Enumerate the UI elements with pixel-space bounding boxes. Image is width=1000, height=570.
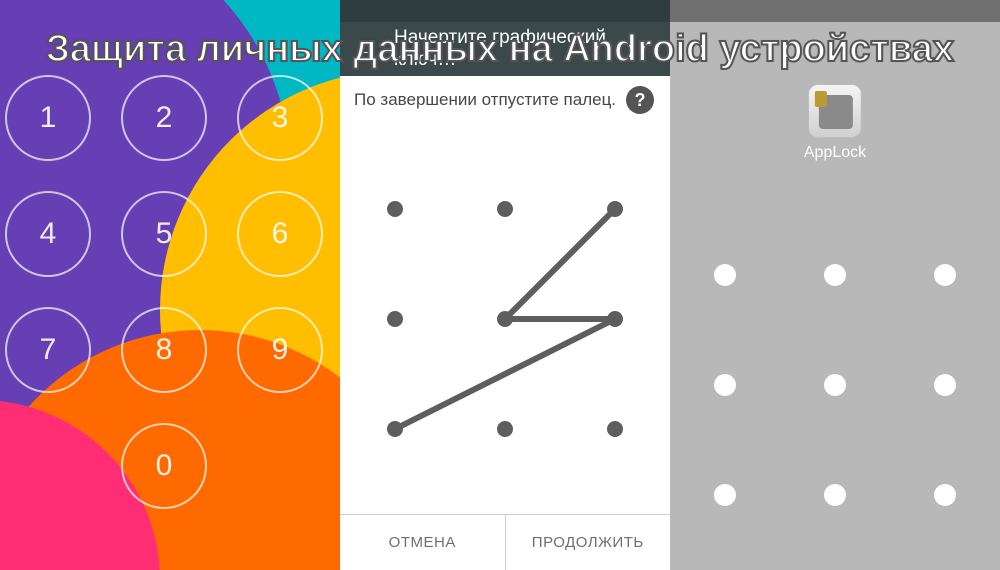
cancel-button[interactable]: ОТМЕНА (340, 515, 505, 570)
keypad-key-7[interactable]: 7 (5, 307, 91, 393)
pattern-dot[interactable] (934, 484, 956, 506)
keypad-key-4[interactable]: 4 (5, 191, 91, 277)
pattern-dot[interactable] (714, 264, 736, 286)
pattern-dot[interactable] (387, 311, 403, 327)
pin-keypad: 1 2 3 4 5 6 7 8 9 0 (0, 75, 340, 521)
pattern-dot[interactable] (824, 374, 846, 396)
app-bar: ← Начертите графический ключ… (340, 22, 670, 76)
pattern-dot[interactable] (497, 421, 513, 437)
help-icon[interactable]: ? (626, 86, 654, 114)
pattern-dot[interactable] (607, 201, 623, 217)
keypad-key-0[interactable]: 0 (121, 423, 207, 509)
keypad-key-3[interactable]: 3 (237, 75, 323, 161)
pattern-grid[interactable] (340, 124, 670, 514)
pattern-dot[interactable] (934, 264, 956, 286)
pattern-dot[interactable] (387, 421, 403, 437)
pattern-dot[interactable] (714, 374, 736, 396)
back-arrow-icon[interactable]: ← (354, 38, 376, 60)
continue-button[interactable]: ПРОДОЛЖИТЬ (505, 515, 671, 570)
pattern-dot[interactable] (497, 201, 513, 217)
pattern-dot[interactable] (934, 374, 956, 396)
pattern-dot[interactable] (824, 264, 846, 286)
keypad-key-5[interactable]: 5 (121, 191, 207, 277)
hint-text: По завершении отпустите палец. (354, 90, 616, 110)
keypad-key-9[interactable]: 9 (237, 307, 323, 393)
pattern-dot[interactable] (714, 484, 736, 506)
keypad-key-1[interactable]: 1 (5, 75, 91, 161)
keypad-key-6[interactable]: 6 (237, 191, 323, 277)
pattern-dot[interactable] (824, 484, 846, 506)
pattern-dot[interactable] (497, 311, 513, 327)
keypad-key-2[interactable]: 2 (121, 75, 207, 161)
pattern-dot[interactable] (387, 201, 403, 217)
keypad-key-8[interactable]: 8 (121, 307, 207, 393)
applock-app[interactable]: AppLock (804, 84, 866, 162)
pattern-dot[interactable] (607, 421, 623, 437)
hint-row: По завершении отпустите палец. ? (340, 76, 670, 124)
applock-label: AppLock (804, 144, 866, 162)
pattern-footer: ОТМЕНА ПРОДОЛЖИТЬ (340, 514, 670, 570)
status-bar (670, 0, 1000, 22)
pattern-grid[interactable] (670, 200, 1000, 570)
pattern-setup-screen: ← Начертите графический ключ… По заверше… (340, 0, 670, 570)
appbar-title: Начертите графический ключ… (394, 27, 656, 71)
pin-keypad-screen: 1 2 3 4 5 6 7 8 9 0 (0, 0, 340, 570)
applock-screen: AppLock (670, 0, 1000, 570)
pattern-dot[interactable] (607, 311, 623, 327)
status-bar (340, 0, 670, 22)
applock-icon (808, 84, 862, 138)
